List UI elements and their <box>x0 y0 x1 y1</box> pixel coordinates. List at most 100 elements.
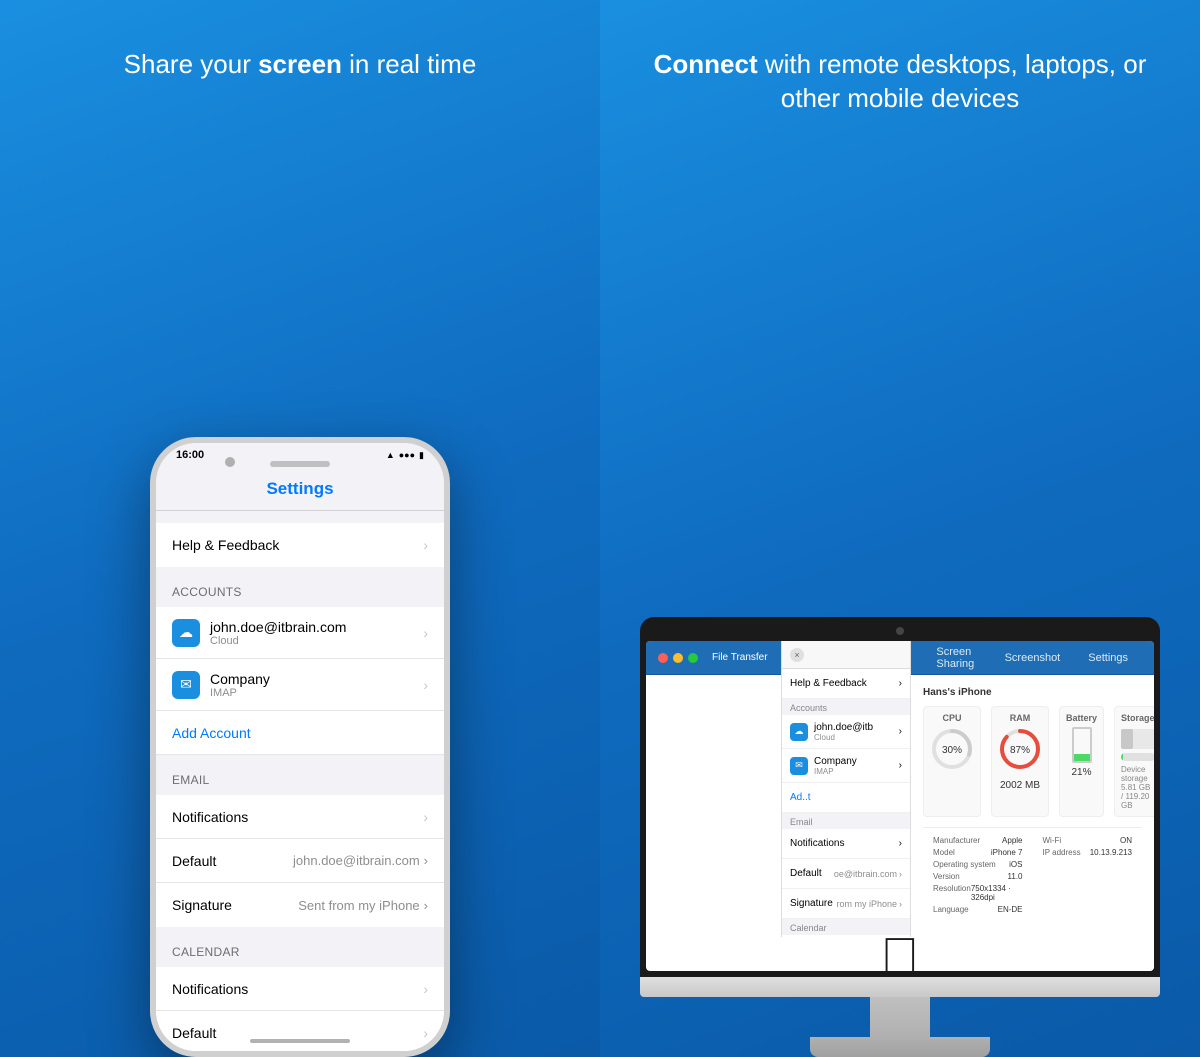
inner-account2-name: Company <box>814 756 857 767</box>
close-traffic-light[interactable] <box>658 653 668 663</box>
inner-close-btn[interactable]: × <box>790 648 804 662</box>
storage-bar-bg <box>1121 753 1154 761</box>
inner-notifications-row[interactable]: Notifications › <box>782 829 910 859</box>
battery-label: Battery <box>1066 713 1097 723</box>
battery-value: 21% <box>1066 767 1097 778</box>
network-info-section: Wi-Fi ON IP address 10.13.9.213 <box>1033 828 1143 925</box>
notifications-row[interactable]: Notifications › <box>156 795 444 839</box>
help-feedback-row[interactable]: Help & Feedback › <box>156 523 444 567</box>
inner-account2-row[interactable]: ✉ Company IMAP › <box>782 749 910 783</box>
calendar-header: Calendar <box>156 939 444 967</box>
left-headline: Share your screen in real time <box>94 48 507 82</box>
dashboard-area: Hans's iPhone CPU 30% <box>911 675 1154 937</box>
resolution-row: Resolution 750x1334 · 326dpi <box>933 884 1023 902</box>
traffic-lights <box>658 653 698 663</box>
status-time: 16:00 <box>176 449 204 461</box>
settings-nav-bar: Settings <box>156 467 444 511</box>
battery-visual <box>1072 727 1092 763</box>
inner-help-row[interactable]: Help & Feedback › <box>782 669 910 699</box>
inner-account1-info: john.doe@itb Cloud <box>814 722 873 742</box>
inner-account1-type: Cloud <box>814 733 873 742</box>
left-headline-bold: screen <box>258 49 342 79</box>
left-headline-part1: Share your <box>124 49 258 79</box>
inner-help-chevron: › <box>899 678 902 689</box>
left-panel: Share your screen in real time 16:00 ▲ ●… <box>0 0 600 1057</box>
account2-row[interactable]: ✉ Company IMAP › <box>156 659 444 711</box>
version-key: Version <box>933 872 960 881</box>
add-account-button[interactable]: Add Account <box>156 711 444 755</box>
ram-card: RAM 87% 2002 MB <box>991 706 1049 817</box>
inner-default-value-area: oe@itbrain.com › <box>834 869 902 879</box>
battery-fill <box>1074 754 1090 761</box>
accounts-section: ☁ john.doe@itbrain.com Cloud › ✉ <box>156 607 444 755</box>
add-account-text: Add Account <box>172 725 251 741</box>
os-key: Operating system <box>933 860 996 869</box>
manufacturer-val: Apple <box>1002 836 1022 845</box>
account1-row[interactable]: ☁ john.doe@itbrain.com Cloud › <box>156 607 444 659</box>
section-divider-4 <box>156 927 444 939</box>
imac-mockup: File Transfer Dave's iPhone Dashboard Sc… <box>620 617 1180 1057</box>
inner-account1-row[interactable]: ☁ john.doe@itb Cloud › <box>782 715 910 749</box>
tab-screenshot[interactable]: Screenshot <box>991 641 1075 675</box>
ip-key: IP address <box>1043 848 1081 857</box>
signature-row[interactable]: Signature Sent from my iPhone › <box>156 883 444 927</box>
default-chevron: › <box>424 853 428 868</box>
inner-account1-name: john.doe@itb <box>814 722 873 733</box>
storage-text: Device storage 5.81 GB / 119.20 GB <box>1121 765 1154 810</box>
maximize-traffic-light[interactable] <box>688 653 698 663</box>
cal-default-label: Default <box>172 1025 216 1041</box>
battery-tip <box>1078 727 1086 729</box>
manufacturer-key: Manufacturer <box>933 836 980 845</box>
imac-camera <box>896 627 904 635</box>
default-row[interactable]: Default john.doe@itbrain.com › <box>156 839 444 883</box>
inner-notifications-chevron: › <box>899 838 902 849</box>
section-divider-3 <box>156 755 444 767</box>
wifi-key: Wi-Fi <box>1043 836 1062 845</box>
imac-stand-neck <box>870 997 930 1037</box>
inner-signature-value-area: rom my iPhone › <box>836 899 902 909</box>
inner-account2-left: ✉ Company IMAP <box>790 756 857 776</box>
cal-notifications-chevron: › <box>423 981 428 997</box>
inner-add-account[interactable]: Ad..t <box>782 783 910 813</box>
section-divider-2 <box>156 567 444 579</box>
inner-default-value: oe@itbrain.com <box>834 869 897 879</box>
inner-cloud-icon: ☁ <box>790 723 808 741</box>
svg-text:87%: 87% <box>1010 745 1030 756</box>
inner-default-label: Default <box>790 868 822 879</box>
email-header: Email <box>156 767 444 795</box>
settings-title: Settings <box>266 479 333 499</box>
resolution-val: 750x1334 · 326dpi <box>971 884 1023 902</box>
resolution-key: Resolution <box>933 884 971 902</box>
iphone-screen: 16:00 ▲ ●●● ▮ Settings <box>156 443 444 1051</box>
iphone-camera <box>225 457 235 467</box>
inner-default-row[interactable]: Default oe@itbrain.com › <box>782 859 910 889</box>
ram-mb: 2002 MB <box>998 780 1042 791</box>
minimize-traffic-light[interactable] <box>673 653 683 663</box>
cal-default-row[interactable]: Default › <box>156 1011 444 1051</box>
tab-screen-sharing[interactable]: Screen Sharing <box>922 641 990 675</box>
model-key: Model <box>933 848 955 857</box>
wifi-val: ON <box>1120 836 1132 845</box>
ram-chart: 87% <box>998 727 1042 771</box>
iphone-speaker <box>270 461 330 467</box>
version-row: Version 11.0 <box>933 872 1023 881</box>
imac-stand-base <box>810 1037 990 1057</box>
storage-icon <box>1121 729 1154 749</box>
signature-value-area: Sent from my iPhone › <box>298 898 428 913</box>
tab-settings[interactable]: Settings <box>1074 641 1142 675</box>
svg-text:30%: 30% <box>942 745 962 756</box>
right-headline-bold: Connect <box>654 49 758 79</box>
ram-label: RAM <box>998 713 1042 723</box>
default-label: Default <box>172 853 216 869</box>
ip-val: 10.13.9.213 <box>1090 848 1132 857</box>
language-key: Language <box>933 905 969 914</box>
cal-notifications-row[interactable]: Notifications › <box>156 967 444 1011</box>
notifications-label: Notifications <box>172 809 248 825</box>
signal-icon: ●●● <box>399 450 415 460</box>
inner-accounts-header: Accounts <box>782 699 910 715</box>
left-headline-part2: in real time <box>342 49 476 79</box>
inner-signature-row[interactable]: Signature rom my iPhone › <box>782 889 910 919</box>
help-feedback-section: Help & Feedback › <box>156 523 444 567</box>
status-icons: ▲ ●●● ▮ <box>386 450 424 461</box>
account1-info: john.doe@itbrain.com Cloud <box>210 619 346 647</box>
